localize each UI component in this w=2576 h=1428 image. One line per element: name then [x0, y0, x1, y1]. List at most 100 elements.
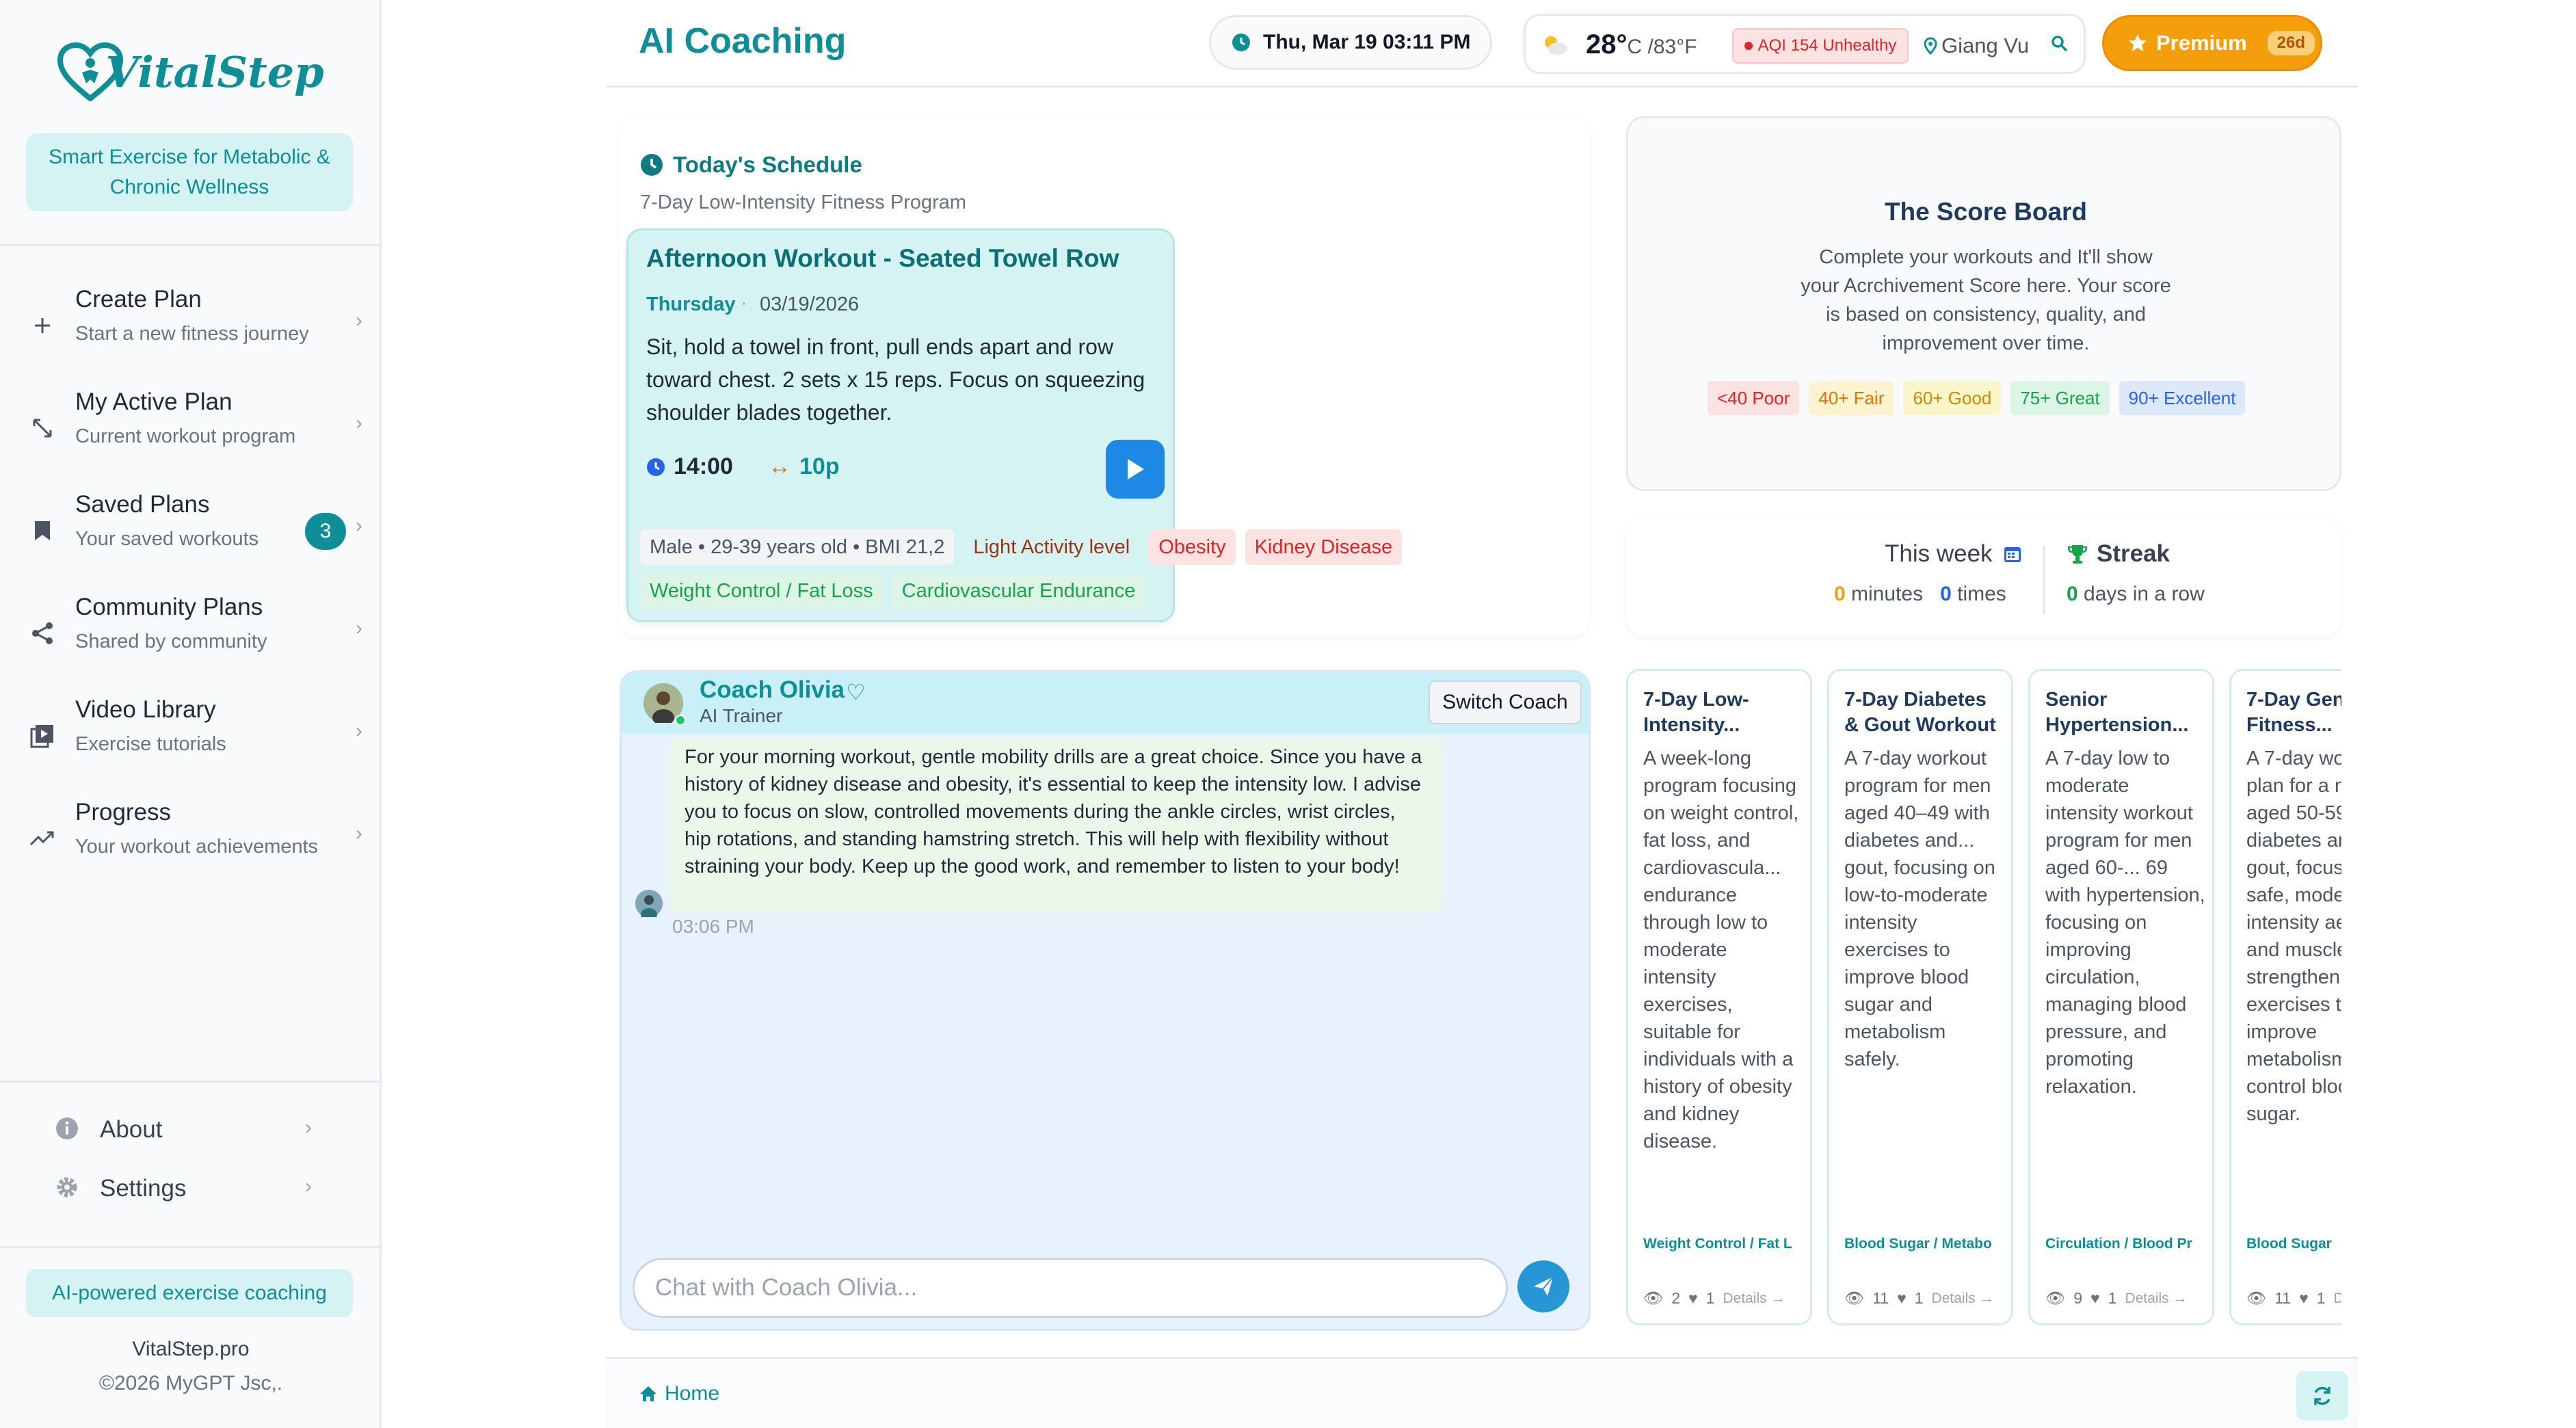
nav-video-library[interactable]: Video Library Exercise tutorials › — [0, 684, 382, 786]
nav-subtitle: Exercise tutorials — [75, 733, 226, 755]
plan-stats: 👁 9 ♥ 1 Details → — [2045, 1289, 2188, 1307]
details-link[interactable]: Details → — [2125, 1291, 2187, 1307]
about-label: About — [100, 1116, 163, 1143]
play-button[interactable] — [1106, 440, 1165, 499]
premium-button[interactable]: Premium 26d — [2102, 15, 2322, 71]
settings-label: Settings — [100, 1175, 187, 1202]
about-link[interactable]: About › — [55, 1111, 328, 1152]
send-button[interactable] — [1517, 1260, 1569, 1312]
workout-duration: ↔ 10p — [768, 453, 840, 479]
home-link[interactable]: Home — [639, 1382, 719, 1405]
chevron-right-icon: › — [356, 822, 362, 845]
divider — [0, 1246, 382, 1248]
chevron-right-icon: › — [305, 1175, 312, 1198]
nav-progress[interactable]: Progress Your workout achievements › — [0, 786, 382, 889]
profile-tag: Male • 29-39 years old • BMI 21,2 — [640, 529, 955, 565]
todays-schedule-card: Today's Schedule 7-Day Low-Intensity Fit… — [620, 116, 1591, 636]
logo-text: VitalStep — [105, 47, 324, 97]
expand-icon — [27, 413, 57, 443]
nav-subtitle: Shared by community — [75, 631, 267, 652]
duration-arrows-icon: ↔ — [768, 453, 791, 479]
clock-icon — [641, 154, 663, 176]
nav-community-plans[interactable]: Community Plans Shared by community › — [0, 581, 382, 684]
coach-chat-panel: Coach Olivia ♡ AI Trainer Switch Coach F… — [620, 670, 1591, 1331]
workout-title: Afternoon Workout - Seated Towel Row — [646, 244, 1119, 272]
datetime-text: Thu, Mar 19 03:11 PM — [1263, 31, 1471, 53]
plan-description: A 7-day workout plan for a male aged 50-… — [2246, 748, 2341, 1125]
refresh-icon — [2314, 1386, 2331, 1405]
plan-card[interactable]: 7-Day Low-Intensity... A week-long progr… — [1626, 669, 1812, 1325]
plan-title: 7-Day Low-Intensity... — [1643, 689, 1749, 736]
details-link[interactable]: Details → — [1723, 1291, 1785, 1307]
details-link[interactable]: Details → — [2334, 1291, 2341, 1307]
workout-description: Sit, hold a towel in front, pull ends ap… — [646, 334, 1145, 425]
legend-great: 75+ Great — [2010, 381, 2110, 415]
coach-message-avatar — [635, 890, 663, 921]
nav-title: Video Library — [75, 696, 216, 723]
share-icon — [27, 618, 57, 648]
plan-tag: Weight Control / Fat L — [1643, 1236, 1792, 1252]
workout-day: Thursday — [646, 293, 736, 315]
temperature: 28°C /83°F — [1586, 29, 1697, 60]
play-icon — [1128, 459, 1144, 479]
settings-link[interactable]: Settings › — [55, 1169, 328, 1211]
top-header: AI Coaching Thu, Mar 19 03:11 PM 28°C /8… — [606, 0, 2358, 88]
score-legend: <40 Poor 40+ Fair 60+ Good 75+ Great 90+… — [1708, 381, 2246, 415]
star-icon — [2129, 34, 2147, 51]
nav-my-active-plan[interactable]: My Active Plan Current workout program › — [0, 376, 382, 479]
weekly-stats-card: This week 0 minutes 0 times Streak 0 day… — [1626, 518, 2341, 636]
message-timestamp: 03:06 PM — [672, 916, 754, 937]
calendar-icon — [2004, 547, 2021, 562]
tagline: Smart Exercise for Metabolic & Chronic W… — [26, 133, 353, 211]
goal-tag: Weight Control / Fat Loss — [640, 573, 883, 609]
refresh-button[interactable] — [2296, 1371, 2348, 1420]
search-icon[interactable] — [2051, 35, 2069, 56]
coach-message: For your morning workout, gentle mobilit… — [669, 738, 1442, 912]
legend-excellent: 90+ Excellent — [2119, 381, 2246, 415]
logo[interactable]: VitalStep — [0, 27, 382, 116]
map-pin-icon — [1924, 37, 1937, 55]
aqi-dot-icon — [1744, 42, 1753, 50]
divider — [0, 1081, 382, 1083]
eye-icon: 👁 — [1844, 1289, 1865, 1307]
legend-poor: <40 Poor — [1708, 381, 1800, 415]
datetime-pill: Thu, Mar 19 03:11 PM — [1209, 15, 1492, 70]
plan-title: 7-Day Diabetes & Gout Workout — [1844, 689, 1996, 736]
plan-tag: Blood Sugar / Metabo — [1844, 1236, 1992, 1252]
plan-stats: 👁 2 ♥ 1 Details → — [1643, 1289, 1785, 1307]
plan-card[interactable]: 7-Day General Fitness... A 7-day workout… — [2229, 669, 2341, 1325]
legend-good: 60+ Good — [1903, 381, 2002, 415]
nav-title: Progress — [75, 799, 172, 825]
chevron-right-icon: › — [356, 617, 362, 639]
heart-icon: ♥ — [1688, 1289, 1698, 1307]
eye-icon: 👁 — [2246, 1289, 2267, 1307]
plan-card[interactable]: 7-Day Diabetes & Gout Workout A 7-day wo… — [1827, 669, 2013, 1325]
chevron-right-icon: › — [305, 1116, 312, 1139]
eye-icon: 👁 — [1643, 1289, 1664, 1307]
chat-input[interactable] — [633, 1258, 1508, 1318]
divider — [2043, 546, 2045, 614]
ai-coaching-pill: AI-powered exercise coaching — [26, 1269, 353, 1317]
plan-title: 7-Day General Fitness... — [2246, 689, 2341, 736]
plan-card[interactable]: Senior Hypertension... A 7-day low to mo… — [2028, 669, 2214, 1325]
heart-icon: ♥ — [2090, 1289, 2100, 1307]
this-week-values: 0 minutes 0 times — [1834, 583, 2006, 605]
weather-widget[interactable]: 28°C /83°F AQI 154 Unhealthy Giang Vu — [1524, 14, 2086, 74]
nav-title: My Active Plan — [75, 388, 233, 415]
nav-saved-plans[interactable]: Saved Plans Your saved workouts 3 › — [0, 479, 382, 581]
details-link[interactable]: Details → — [1932, 1291, 1994, 1307]
aqi-badge: AQI 154 Unhealthy — [1732, 28, 1909, 64]
chevron-right-icon: › — [356, 719, 362, 742]
trending-up-icon — [27, 823, 57, 854]
goal-tags: Weight Control / Fat Loss Cardiovascular… — [640, 573, 1145, 609]
profile-tags: Male • 29-39 years old • BMI 21,2 Light … — [640, 529, 1403, 565]
community-plans-carousel: 7-Day Low-Intensity... A week-long progr… — [1626, 669, 2341, 1325]
page-title: AI Coaching — [639, 21, 847, 61]
nav-create-plan[interactable]: Create Plan Start a new fitness journey … — [0, 274, 382, 376]
send-icon — [1534, 1276, 1554, 1296]
plan-tag: Circulation / Blood Pr — [2045, 1236, 2192, 1252]
partly-cloudy-icon — [1541, 32, 1569, 60]
premium-label: Premium — [2156, 31, 2247, 55]
switch-coach-button[interactable]: Switch Coach — [1429, 680, 1582, 724]
heart-icon[interactable]: ♡ — [846, 679, 866, 705]
